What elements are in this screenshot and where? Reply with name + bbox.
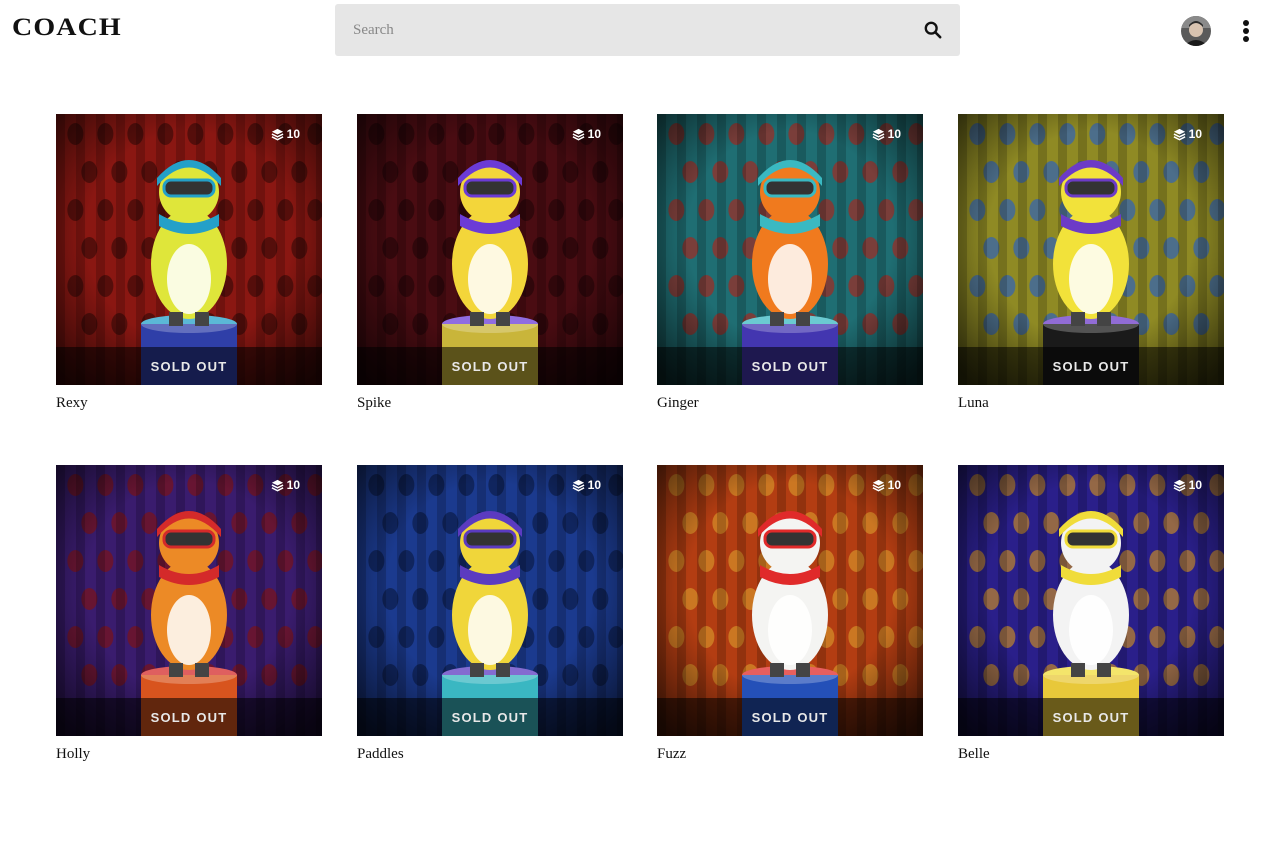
edition-count: 10 [587, 478, 601, 492]
character-artwork [357, 114, 623, 385]
sold-out-banner: SOLD OUT [56, 347, 322, 385]
layers-icon [572, 479, 585, 491]
nft-card[interactable]: 10 SOLD OUT Fuzz [657, 465, 923, 763]
nft-thumbnail[interactable]: 10 SOLD OUT [657, 114, 923, 385]
character-artwork [958, 114, 1224, 385]
edition-badge: 10 [271, 478, 300, 492]
edition-badge: 10 [572, 127, 601, 141]
edition-badge: 10 [1173, 478, 1202, 492]
search-icon[interactable] [924, 21, 942, 39]
nft-name[interactable]: Fuzz [657, 746, 923, 763]
sold-out-banner: SOLD OUT [958, 347, 1224, 385]
character-artwork [657, 114, 923, 385]
user-avatar[interactable] [1181, 16, 1211, 46]
nft-name[interactable]: Belle [958, 746, 1224, 763]
nft-card[interactable]: 10 SOLD OUT Holly [56, 465, 322, 763]
nft-name[interactable]: Holly [56, 746, 322, 763]
edition-badge: 10 [271, 127, 300, 141]
layers-icon [1173, 479, 1186, 491]
nft-thumbnail[interactable]: 10 SOLD OUT [958, 114, 1224, 385]
character-artwork [357, 465, 623, 736]
edition-count: 10 [1188, 127, 1202, 141]
nft-thumbnail[interactable]: 10 SOLD OUT [357, 114, 623, 385]
edition-count: 10 [887, 478, 901, 492]
nft-thumbnail[interactable]: 10 SOLD OUT [56, 465, 322, 736]
nft-card[interactable]: 10 SOLD OUT Spike [357, 114, 623, 412]
nft-thumbnail[interactable]: 10 SOLD OUT [958, 465, 1224, 736]
nft-name[interactable]: Paddles [357, 746, 623, 763]
layers-icon [1173, 128, 1186, 140]
edition-badge: 10 [1173, 127, 1202, 141]
nft-name[interactable]: Spike [357, 395, 623, 412]
edition-count: 10 [587, 127, 601, 141]
brand-logo[interactable]: COACH [12, 14, 122, 42]
nft-name[interactable]: Ginger [657, 395, 923, 412]
sold-out-banner: SOLD OUT [657, 698, 923, 736]
edition-count: 10 [1188, 478, 1202, 492]
layers-icon [872, 479, 885, 491]
top-bar: COACH [0, 0, 1280, 60]
layers-icon [271, 479, 284, 491]
layers-icon [572, 128, 585, 140]
nft-thumbnail[interactable]: 10 SOLD OUT [357, 465, 623, 736]
nft-name[interactable]: Luna [958, 395, 1224, 412]
character-artwork [56, 465, 322, 736]
edition-badge: 10 [572, 478, 601, 492]
nft-name[interactable]: Rexy [56, 395, 322, 412]
edition-badge: 10 [872, 127, 901, 141]
nft-card[interactable]: 10 SOLD OUT Ginger [657, 114, 923, 412]
nft-card[interactable]: 10 SOLD OUT Paddles [357, 465, 623, 763]
layers-icon [872, 128, 885, 140]
nft-thumbnail[interactable]: 10 SOLD OUT [657, 465, 923, 736]
edition-count: 10 [286, 127, 300, 141]
more-options-icon[interactable] [1236, 18, 1256, 44]
character-artwork [56, 114, 322, 385]
sold-out-banner: SOLD OUT [357, 347, 623, 385]
character-artwork [958, 465, 1224, 736]
search-input[interactable] [335, 4, 905, 56]
edition-badge: 10 [872, 478, 901, 492]
nft-card[interactable]: 10 SOLD OUT Luna [958, 114, 1224, 412]
search-bar[interactable] [335, 4, 960, 56]
sold-out-banner: SOLD OUT [56, 698, 322, 736]
edition-count: 10 [286, 478, 300, 492]
nft-thumbnail[interactable]: 10 SOLD OUT [56, 114, 322, 385]
sold-out-banner: SOLD OUT [357, 698, 623, 736]
avatar-image [1181, 16, 1211, 46]
nft-card[interactable]: 10 SOLD OUT Rexy [56, 114, 322, 412]
nft-card[interactable]: 10 SOLD OUT Belle [958, 465, 1224, 763]
character-artwork [657, 465, 923, 736]
layers-icon [271, 128, 284, 140]
sold-out-banner: SOLD OUT [657, 347, 923, 385]
sold-out-banner: SOLD OUT [958, 698, 1224, 736]
edition-count: 10 [887, 127, 901, 141]
